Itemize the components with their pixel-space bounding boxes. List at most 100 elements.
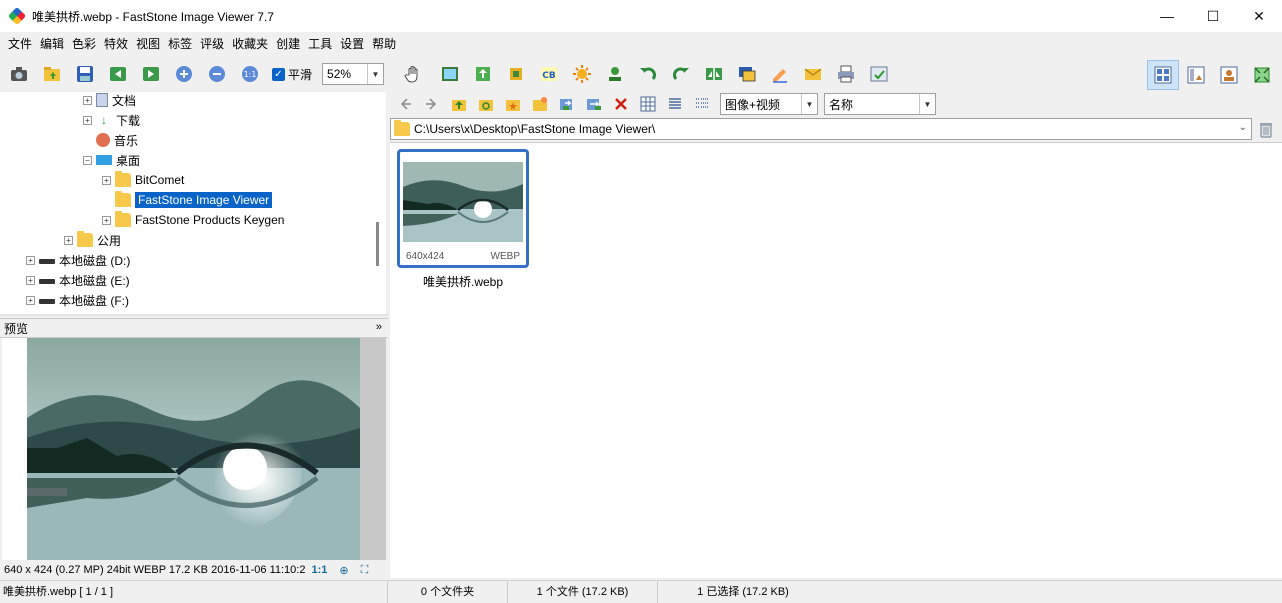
zoom-out-icon[interactable] — [204, 61, 230, 87]
expand-icon[interactable]: + — [26, 275, 35, 285]
menu-settings[interactable]: 设置 — [336, 32, 368, 56]
previous-icon[interactable] — [105, 61, 131, 87]
crop-icon[interactable] — [734, 61, 760, 87]
recycle-bin-icon[interactable] — [1257, 120, 1275, 138]
hand-tool-icon[interactable] — [398, 61, 430, 87]
tree-item-downloads[interactable]: + ↓ 下载 — [83, 110, 140, 130]
rotate-left-icon[interactable] — [635, 61, 661, 87]
folder-up-icon[interactable] — [448, 93, 470, 115]
menu-edit[interactable]: 编辑 — [36, 32, 68, 56]
menu-tools[interactable]: 工具 — [304, 32, 336, 56]
menu-file[interactable]: 文件 — [4, 32, 36, 56]
close-button[interactable]: ✕ — [1236, 0, 1282, 32]
preview-view-icon[interactable] — [1213, 60, 1245, 90]
expand-icon[interactable]: + — [102, 215, 111, 225]
tree-item-faststone-image-viewer[interactable]: FastStone Image Viewer — [115, 190, 273, 210]
color-balance-icon[interactable]: CB — [536, 61, 562, 87]
forward-arrow-icon[interactable] — [421, 93, 443, 115]
fullscreen-preview-icon[interactable]: ⛶ — [361, 564, 369, 577]
open-folder-icon[interactable] — [39, 61, 65, 87]
thumbnail-card[interactable]: 640x424 WEBP — [397, 149, 529, 268]
zoom-select[interactable]: 52% ▼ — [322, 63, 385, 85]
menu-favorites[interactable]: 收藏夹 — [228, 32, 272, 56]
camera-icon[interactable] — [6, 61, 32, 87]
email-icon[interactable] — [800, 61, 826, 87]
move-to-icon[interactable] — [583, 93, 605, 115]
print-icon[interactable] — [833, 61, 859, 87]
expand-icon[interactable]: + — [83, 115, 92, 125]
explorer-view-icon[interactable] — [1180, 60, 1212, 90]
tree-item-label: 本地磁盘 (D:) — [59, 253, 131, 268]
copy-to-icon[interactable] — [556, 93, 578, 115]
menu-rating[interactable]: 评级 — [196, 32, 228, 56]
actual-size-icon[interactable]: 1:1 — [237, 61, 263, 87]
new-folder-icon[interactable] — [529, 93, 551, 115]
rotate-right-icon[interactable] — [668, 61, 694, 87]
browser-view-icon[interactable] — [1147, 60, 1179, 90]
expand-icon[interactable]: + — [83, 95, 92, 105]
chevron-down-icon[interactable]: ⌄ — [1239, 122, 1247, 133]
tree-item-bitcomet[interactable]: + BitComet — [102, 170, 184, 190]
folder-icon — [115, 171, 131, 187]
expand-icon[interactable]: + — [26, 255, 35, 265]
tree-item-label: 本地磁盘 (E:) — [59, 273, 130, 288]
minimize-button[interactable]: — — [1144, 0, 1190, 32]
menu-bar: 文件 编辑 色彩 特效 视图 标签 评级 收藏夹 创建 工具 设置 帮助 — [0, 32, 1282, 56]
export-icon[interactable] — [470, 61, 496, 87]
tree-item-music[interactable]: 音乐 — [96, 130, 138, 150]
filter-select[interactable]: 图像+视频 ▼ — [720, 93, 818, 115]
chevron-down-icon: ▼ — [919, 94, 935, 114]
delete-icon[interactable] — [610, 93, 632, 115]
tree-item-desktop[interactable]: − 桌面 — [83, 150, 140, 170]
flip-icon[interactable] — [701, 61, 727, 87]
path-input[interactable]: C:\Users\x\Desktop\FastStone Image Viewe… — [390, 118, 1252, 140]
menu-view[interactable]: 视图 — [132, 32, 164, 56]
tree-item-public[interactable]: + 公用 — [64, 230, 121, 250]
smooth-checkbox[interactable]: ✓ 平滑 — [272, 66, 312, 83]
expand-icon[interactable]: + — [64, 235, 73, 245]
refresh-folder-icon[interactable] — [475, 93, 497, 115]
collapse-icon[interactable]: − — [83, 155, 92, 165]
back-arrow-icon[interactable] — [394, 93, 416, 115]
resize-icon[interactable] — [503, 61, 529, 87]
folder-icon — [77, 231, 93, 247]
tree-scrollbar[interactable] — [376, 222, 379, 266]
menu-help[interactable]: 帮助 — [368, 32, 400, 56]
sort-select[interactable]: 名称 ▼ — [824, 93, 936, 115]
details-view-icon[interactable] — [691, 93, 713, 115]
save-icon[interactable] — [72, 61, 98, 87]
draw-icon[interactable] — [767, 61, 793, 87]
preview-panel — [2, 338, 386, 560]
list-view-icon[interactable] — [664, 93, 686, 115]
expand-icon[interactable]: + — [102, 175, 111, 185]
settings-icon[interactable] — [866, 61, 892, 87]
zoom-in-icon[interactable] — [171, 61, 197, 87]
thumbnails-view-icon[interactable] — [637, 93, 659, 115]
fit-window-icon[interactable]: ⊕ — [339, 564, 348, 577]
tree-item-drive-f[interactable]: + 本地磁盘 (F:) — [26, 290, 129, 310]
fullscreen-icon[interactable] — [1246, 60, 1278, 90]
maximize-button[interactable]: ☐ — [1190, 0, 1236, 32]
favorite-folder-icon[interactable] — [502, 93, 524, 115]
left-pane: + 文档 + ↓ 下载 音乐 − 桌面 + BitComet FastStone… — [0, 92, 388, 578]
tree-item-drive-d[interactable]: + 本地磁盘 (D:) — [26, 250, 130, 270]
menu-tags[interactable]: 标签 — [164, 32, 196, 56]
slideshow-icon[interactable] — [437, 61, 463, 87]
drive-icon — [39, 278, 55, 284]
actual-size-button[interactable]: 1:1 — [311, 564, 327, 576]
thumbnail-filename[interactable]: 唯美拱桥.webp — [397, 273, 529, 290]
brightness-icon[interactable] — [569, 61, 595, 87]
menu-create[interactable]: 创建 — [272, 32, 304, 56]
status-selected: 1 已选择 (17.2 KB) — [697, 585, 789, 598]
red-eye-icon[interactable] — [602, 61, 628, 87]
collapse-double-chevron-icon[interactable]: » — [376, 321, 382, 333]
status-bar: 唯美拱桥.webp [ 1 / 1 ] 0 个文件夹 1 个文件 (17.2 K… — [0, 580, 1282, 603]
expand-icon[interactable]: + — [26, 295, 35, 305]
tree-item-drive-e[interactable]: + 本地磁盘 (E:) — [26, 270, 130, 290]
menu-effects[interactable]: 特效 — [100, 32, 132, 56]
tree-item-documents[interactable]: + 文档 — [83, 92, 136, 110]
menu-colors[interactable]: 色彩 — [68, 32, 100, 56]
pane-splitter[interactable] — [0, 314, 388, 316]
tree-item-faststone-keygen[interactable]: + FastStone Products Keygen — [102, 210, 284, 230]
next-icon[interactable] — [138, 61, 164, 87]
